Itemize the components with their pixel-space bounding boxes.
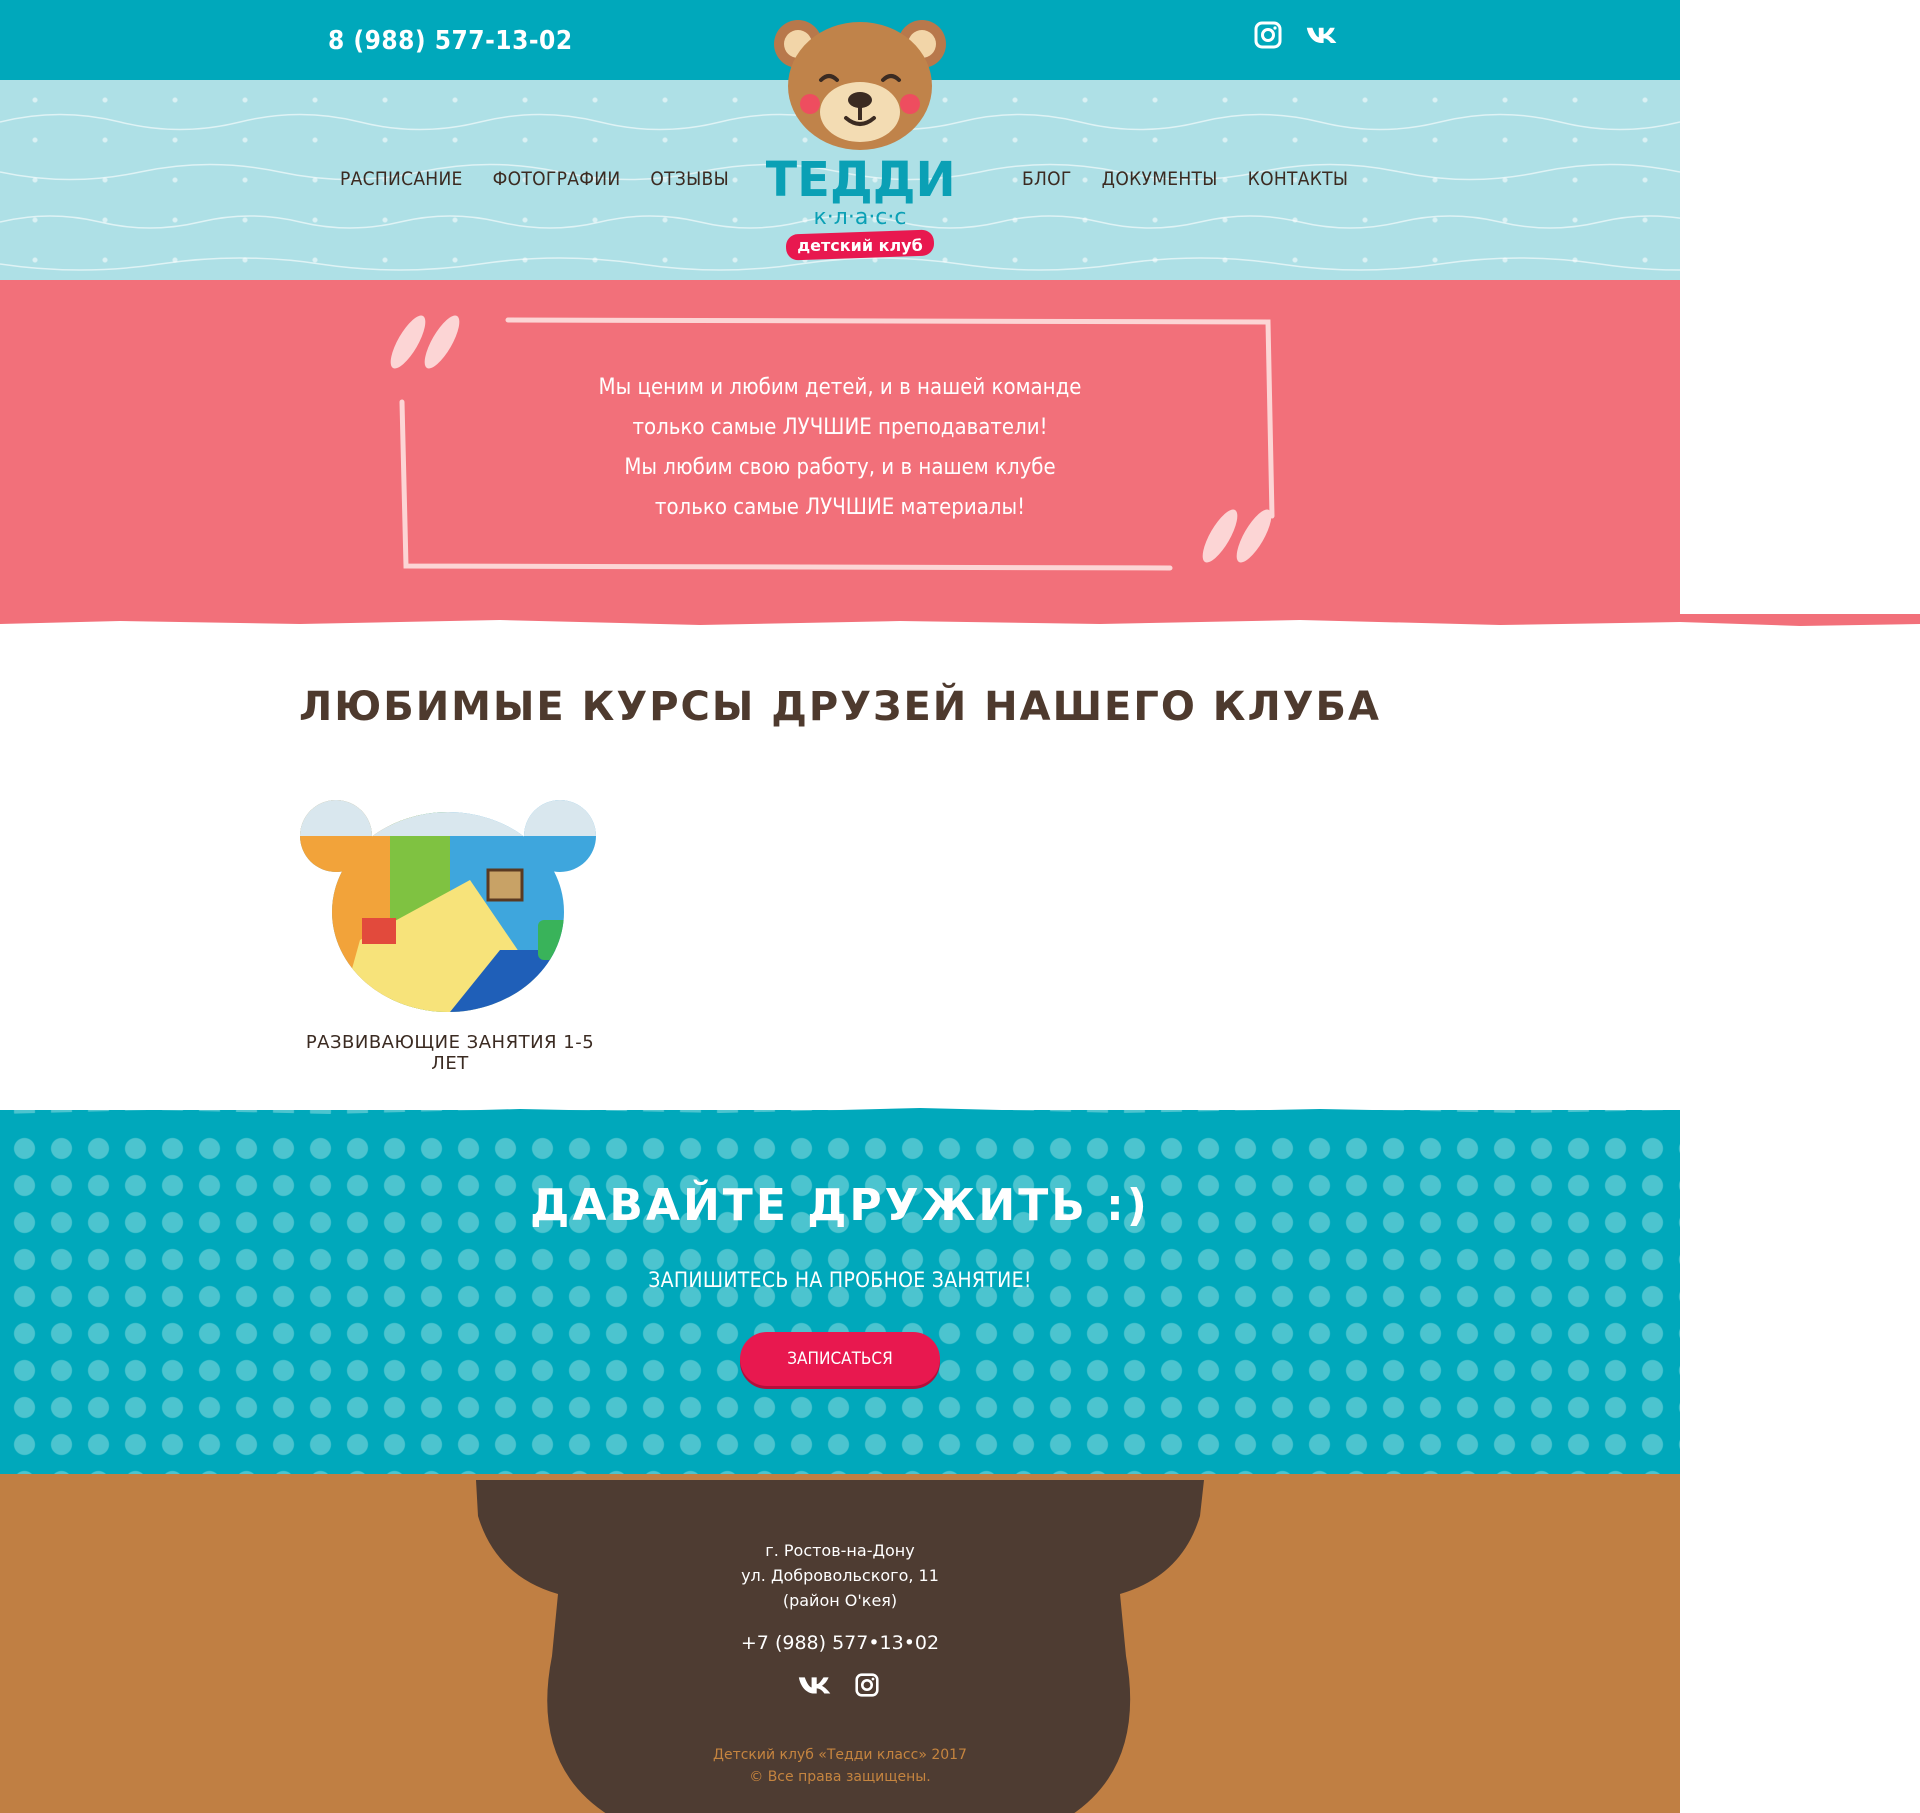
footer-address: г. Ростов-на-Дону ул. Добровольского, 11… bbox=[0, 1538, 1680, 1613]
nav-item-photos[interactable]: ФОТОГРАФИИ bbox=[493, 168, 621, 190]
torn-edge bbox=[0, 612, 1920, 626]
copyright-line: © Все права защищены. bbox=[749, 1769, 931, 1785]
logo-subtitle: к·л·а·с·с bbox=[814, 205, 907, 230]
cta-subtitle: ЗАПИШИТЕСЬ НА ПРОБНОЕ ЗАНЯТИЕ! bbox=[648, 1268, 1032, 1292]
signup-button[interactable]: ЗАПИСАТЬСЯ bbox=[740, 1332, 940, 1386]
nav-item-documents[interactable]: ДОКУМЕНТЫ bbox=[1102, 168, 1218, 190]
quote-section: Мы ценим и любим детей, и в нашей команд… bbox=[0, 280, 1680, 620]
open-quote-icon bbox=[390, 315, 460, 369]
address-line: ул. Добровольского, 11 bbox=[741, 1566, 939, 1585]
quote-text: Мы ценим и любим детей, и в нашей команд… bbox=[560, 368, 1120, 528]
instagram-icon[interactable] bbox=[850, 1670, 884, 1700]
vk-icon[interactable] bbox=[1306, 20, 1338, 50]
close-quote-icon bbox=[1202, 509, 1272, 563]
quote-line: только самые ЛУЧШИЕ материалы! bbox=[654, 495, 1026, 520]
page: 8 (988) 577-13-02 РАСПИСАНИЕ ФОТОГРАФИИ … bbox=[0, 0, 1920, 1813]
nav-item-contacts[interactable]: КОНТАКТЫ bbox=[1248, 168, 1349, 190]
instagram-icon[interactable] bbox=[1252, 20, 1284, 50]
vk-icon[interactable] bbox=[798, 1670, 832, 1700]
quote-line: Мы ценим и любим детей, и в нашей команд… bbox=[598, 375, 1082, 400]
course-card[interactable]: РАЗВИВАЮЩИЕ ЗАНЯТИЯ 1-5 ЛЕТ bbox=[300, 800, 600, 1074]
footer-social bbox=[798, 1670, 884, 1700]
quote-line: только самые ЛУЧШИЕ преподаватели! bbox=[632, 415, 1048, 440]
course-label: РАЗВИВАЮЩИЕ ЗАНЯТИЯ 1-5 ЛЕТ bbox=[305, 1032, 595, 1074]
site-logo[interactable]: ТЕДДИ к·л·а·с·с детский клуб bbox=[764, 14, 956, 264]
cta-section bbox=[0, 1110, 1680, 1490]
nav-item-reviews[interactable]: ОТЗЫВЫ bbox=[650, 168, 729, 190]
bear-logo-icon bbox=[774, 20, 946, 150]
torn-edge bbox=[0, 1108, 1680, 1124]
footer-copyright: Детский клуб «Тедди класс» 2017 © Все пр… bbox=[0, 1744, 1680, 1788]
course-image bbox=[300, 800, 596, 1012]
nav-right: БЛОГ ДОКУМЕНТЫ КОНТАКТЫ bbox=[1022, 168, 1348, 190]
logo-badge: детский клуб bbox=[797, 236, 923, 255]
cta-title: ДАВАЙТЕ ДРУЖИТЬ :) bbox=[530, 1180, 1150, 1231]
copyright-line: Детский клуб «Тедди класс» 2017 bbox=[713, 1747, 967, 1763]
courses-title: ЛЮБИМЫЕ КУРСЫ ДРУЗЕЙ НАШЕГО КЛУБА bbox=[299, 684, 1381, 730]
nav-item-blog[interactable]: БЛОГ bbox=[1022, 168, 1072, 190]
logo-title: ТЕДДИ bbox=[766, 152, 954, 208]
address-line: (район О'кея) bbox=[782, 1591, 898, 1610]
footer-phone[interactable]: +7 (988) 577•13•02 bbox=[0, 1632, 1680, 1654]
header-social bbox=[1252, 20, 1338, 50]
quote-line: Мы любим свою работу, и в нашем клубе bbox=[624, 455, 1056, 480]
nav-left: РАСПИСАНИЕ ФОТОГРАФИИ ОТЗЫВЫ bbox=[340, 168, 729, 190]
address-line: г. Ростов-на-Дону bbox=[765, 1541, 915, 1560]
nav-item-schedule[interactable]: РАСПИСАНИЕ bbox=[340, 168, 463, 190]
header-phone[interactable]: 8 (988) 577-13-02 bbox=[328, 26, 573, 56]
